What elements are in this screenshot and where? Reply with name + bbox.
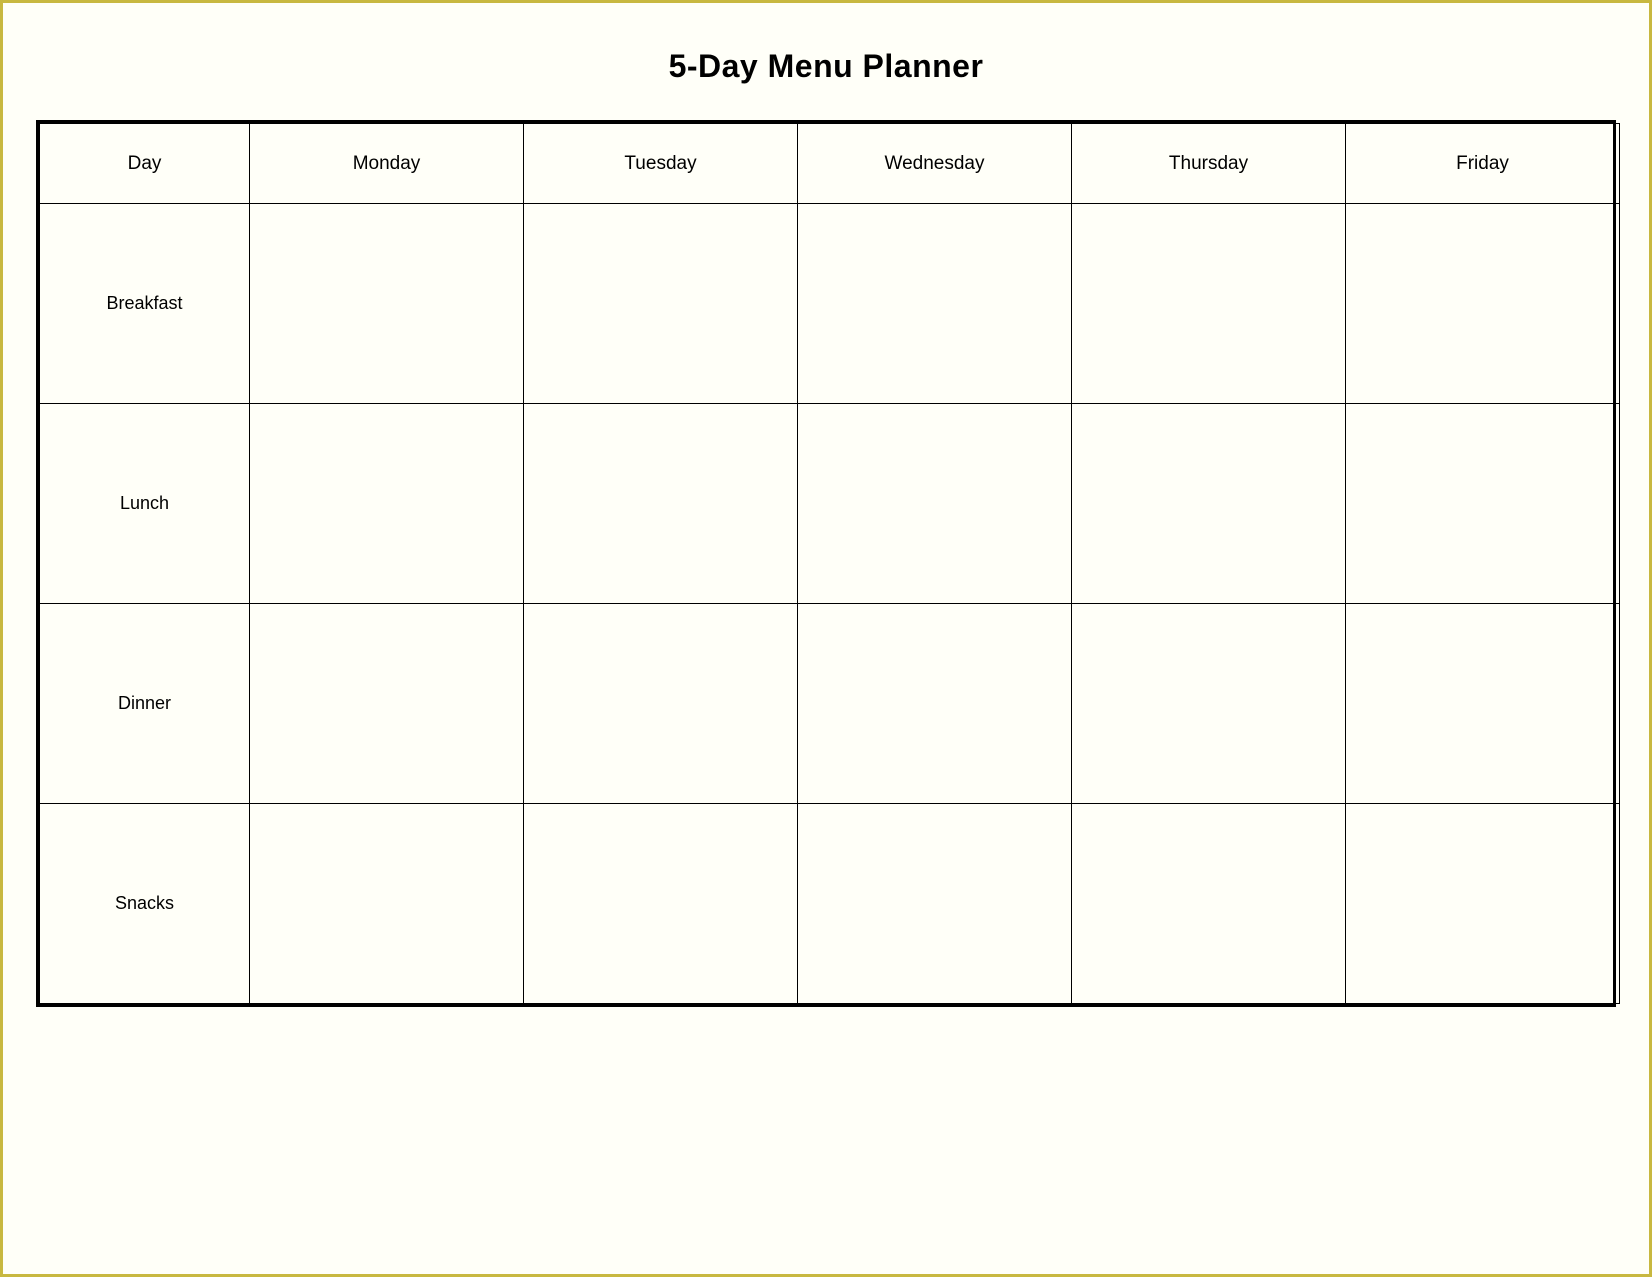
cell-snacks-monday[interactable] <box>250 804 524 1004</box>
menu-table: Day Monday Tuesday Wednesday Thursday Fr… <box>39 123 1620 1004</box>
col-header-wednesday: Wednesday <box>798 124 1072 204</box>
cell-dinner-tuesday[interactable] <box>524 604 798 804</box>
cell-lunch-tuesday[interactable] <box>524 404 798 604</box>
cell-lunch-wednesday[interactable] <box>798 404 1072 604</box>
col-header-day: Day <box>40 124 250 204</box>
cell-dinner-friday[interactable] <box>1346 604 1620 804</box>
page-title: 5-Day Menu Planner <box>669 48 984 85</box>
col-header-monday: Monday <box>250 124 524 204</box>
meal-label-dinner: Dinner <box>40 604 250 804</box>
cell-breakfast-tuesday[interactable] <box>524 204 798 404</box>
cell-breakfast-monday[interactable] <box>250 204 524 404</box>
cell-dinner-monday[interactable] <box>250 604 524 804</box>
cell-dinner-thursday[interactable] <box>1072 604 1346 804</box>
meal-label-lunch: Lunch <box>40 404 250 604</box>
cell-lunch-friday[interactable] <box>1346 404 1620 604</box>
col-header-thursday: Thursday <box>1072 124 1346 204</box>
cell-breakfast-thursday[interactable] <box>1072 204 1346 404</box>
cell-breakfast-wednesday[interactable] <box>798 204 1072 404</box>
table-row: Breakfast <box>40 204 1620 404</box>
table-row: Lunch <box>40 404 1620 604</box>
col-header-friday: Friday <box>1346 124 1620 204</box>
cell-lunch-thursday[interactable] <box>1072 404 1346 604</box>
cell-breakfast-friday[interactable] <box>1346 204 1620 404</box>
meal-label-snacks: Snacks <box>40 804 250 1004</box>
menu-table-container: Day Monday Tuesday Wednesday Thursday Fr… <box>36 120 1616 1007</box>
col-header-tuesday: Tuesday <box>524 124 798 204</box>
cell-snacks-friday[interactable] <box>1346 804 1620 1004</box>
cell-lunch-monday[interactable] <box>250 404 524 604</box>
cell-snacks-thursday[interactable] <box>1072 804 1346 1004</box>
cell-snacks-wednesday[interactable] <box>798 804 1072 1004</box>
table-row: Snacks <box>40 804 1620 1004</box>
header-row: Day Monday Tuesday Wednesday Thursday Fr… <box>40 124 1620 204</box>
cell-snacks-tuesday[interactable] <box>524 804 798 1004</box>
cell-dinner-wednesday[interactable] <box>798 604 1072 804</box>
table-row: Dinner <box>40 604 1620 804</box>
meal-label-breakfast: Breakfast <box>40 204 250 404</box>
